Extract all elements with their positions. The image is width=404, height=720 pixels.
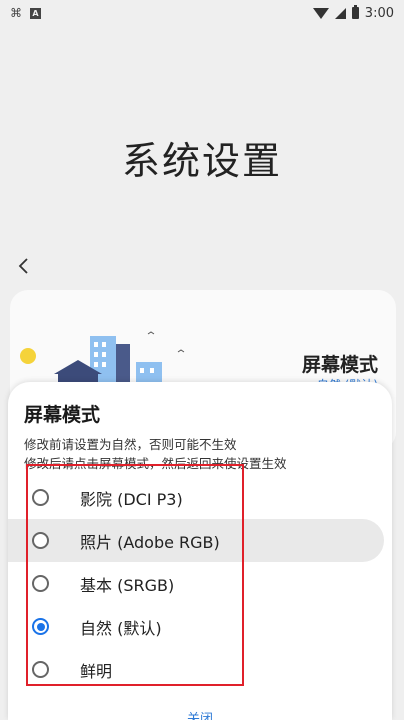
option-label: 鲜明	[80, 661, 113, 681]
option-label: 自然 (默认)	[80, 618, 162, 638]
option-basic[interactable]: 基本 (SRGB)	[8, 562, 392, 605]
radio-button[interactable]	[32, 661, 49, 678]
status-right: 3:00	[312, 5, 394, 21]
a-box-icon: A	[30, 7, 41, 19]
status-left: ⌘ A	[10, 6, 41, 20]
card-title: 屏幕模式	[301, 354, 378, 376]
option-photo[interactable]: 照片 (Adobe RGB)	[8, 519, 384, 562]
radio-button[interactable]	[32, 532, 49, 549]
option-label: 影院 (DCI P3)	[80, 489, 183, 509]
dialog-note-2: 修改后请点击屏幕模式，然后返回来使设置生效	[24, 456, 287, 471]
option-cinema[interactable]: 影院 (DCI P3)	[8, 476, 392, 519]
option-label: 基本 (SRGB)	[80, 575, 175, 595]
back-button[interactable]	[14, 256, 34, 276]
dialog-title: 屏幕模式	[24, 404, 101, 426]
signal-icon	[334, 7, 346, 19]
radio-button-checked[interactable]	[32, 618, 49, 635]
dialog-note-1: 修改前请设置为自然，否则可能不生效	[24, 437, 237, 452]
status-time: 3:00	[364, 5, 394, 21]
app-notification-icon: ⌘	[10, 6, 22, 20]
screen-mode-dialog: 屏幕模式 修改前请设置为自然，否则可能不生效 修改后请点击屏幕模式，然后返回来使…	[8, 382, 392, 720]
radio-button[interactable]	[32, 489, 49, 506]
option-vivid[interactable]: 鲜明	[8, 648, 392, 691]
status-bar: ⌘ A 3:00	[0, 0, 404, 26]
wifi-icon	[312, 7, 329, 19]
option-label: 照片 (Adobe RGB)	[80, 532, 220, 552]
mode-options-list: 影院 (DCI P3) 照片 (Adobe RGB) 基本 (SRGB) 自然 …	[8, 476, 392, 691]
battery-icon	[351, 5, 359, 19]
page-title: 系统设置	[121, 139, 282, 183]
chevron-left-icon	[18, 258, 28, 274]
radio-button[interactable]	[32, 575, 49, 592]
option-natural[interactable]: 自然 (默认)	[8, 605, 392, 648]
close-button[interactable]: 关闭	[8, 708, 392, 720]
